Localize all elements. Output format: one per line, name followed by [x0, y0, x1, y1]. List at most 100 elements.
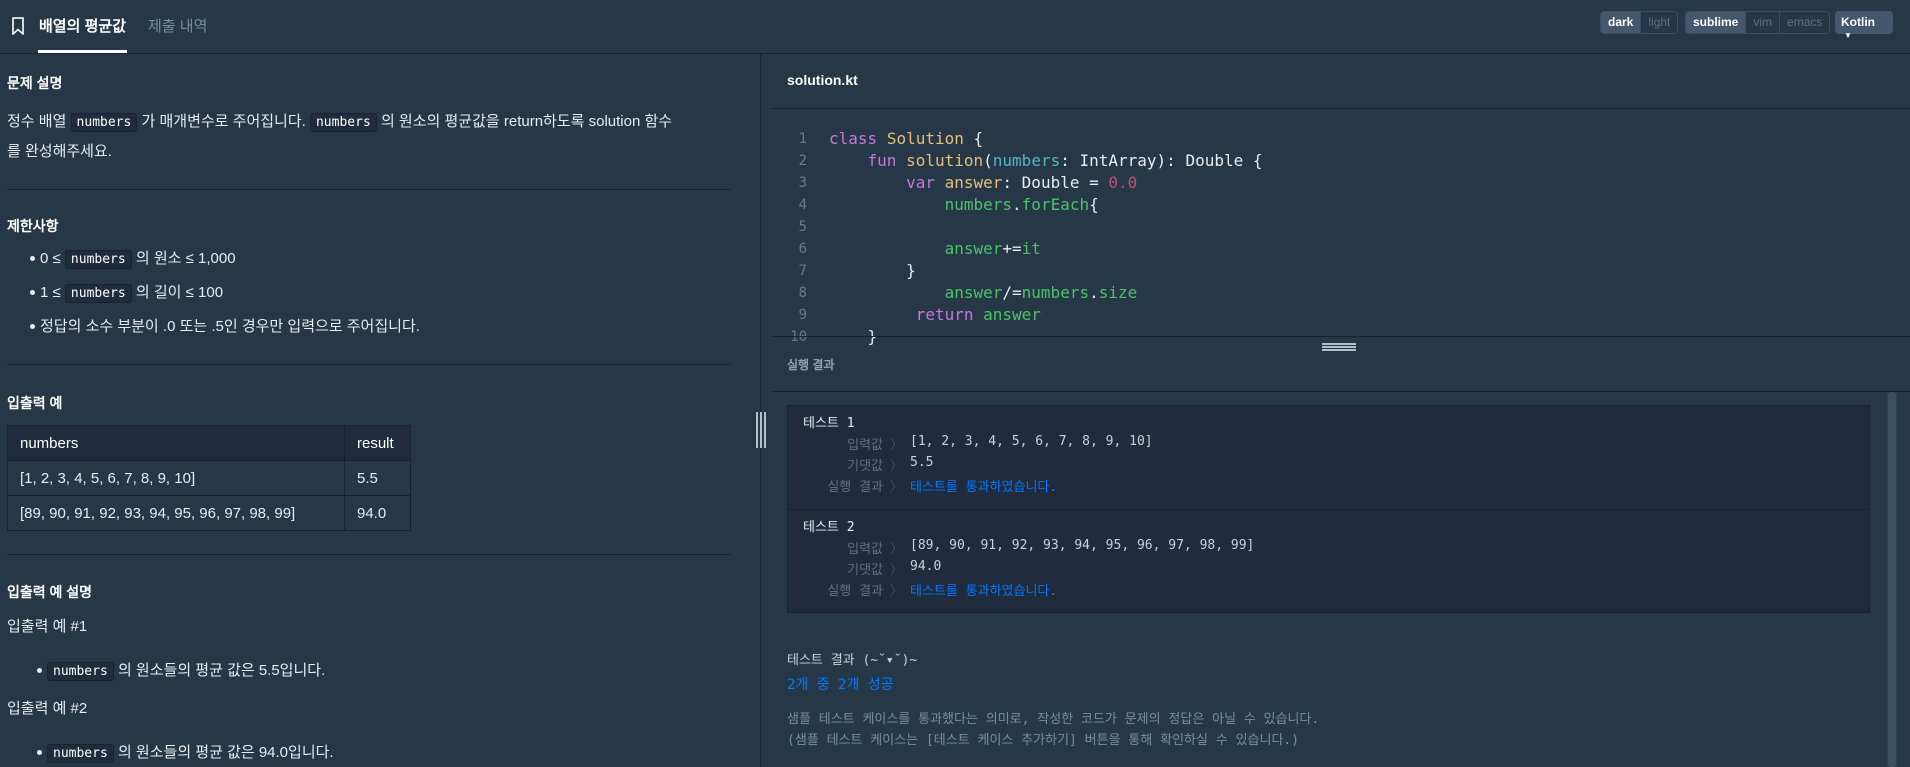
line-number: 7 [798, 263, 807, 279]
table-row: [1, 2, 3, 4, 5, 6, 7, 8, 9, 10] 5.5 [7, 460, 411, 496]
example-2-list: numbers 의 원소들의 평균 값은 94.0입니다. [7, 741, 334, 763]
scrollbar-thumb[interactable] [1888, 392, 1896, 767]
row-label: 실행 결과 [827, 480, 883, 495]
theme-dark-button[interactable]: dark [1601, 12, 1642, 33]
explanation-text: 의 원소들의 평균 값은 5.5입니다. [113, 662, 326, 679]
description-text: 정수 배열 numbers 가 매개변수로 주어집니다. numbers 의 원… [7, 107, 737, 166]
table-cell: 94.0 [344, 495, 411, 531]
row-value: 94.0 [910, 559, 942, 574]
chevron-right-icon: 〉 [890, 563, 904, 578]
theme-toggle: dark light [1600, 11, 1679, 34]
table-cell: [89, 90, 91, 92, 93, 94, 95, 96, 97, 98,… [7, 495, 345, 531]
constraint-item: 정답의 소수 부분이 .0 또는 .5인 경우만 입력으로 주어집니다. [0, 315, 740, 349]
results-title: 실행 결과 [787, 358, 835, 372]
test-case-1: 테스트 1 입력값 〉 [1, 2, 3, 4, 5, 6, 7, 8, 9, … [787, 405, 1870, 510]
examples-table: numbers result [1, 2, 3, 4, 5, 6, 7, 8, … [7, 425, 411, 531]
constraint-text: 1 ≤ [40, 284, 65, 301]
example-1-heading: 입출력 예 #1 [7, 618, 88, 635]
editor-panel: solution.kt 1 class Solution { 2 fun solu… [771, 54, 1910, 767]
resize-handle-icon[interactable] [1322, 343, 1356, 351]
row-label: 기댓값 [847, 459, 883, 474]
description-part: 가 매개변수로 주어집니다. [137, 113, 310, 130]
table-header-row: numbers result [7, 425, 411, 461]
tab-problem[interactable]: 배열의 평균값 [38, 15, 127, 53]
results-scrollbar[interactable] [1887, 392, 1897, 767]
keymap-vim-button[interactable]: vim [1746, 12, 1781, 33]
line-number: 2 [798, 153, 807, 169]
test-score: 2개 중 2개 성공 [787, 677, 894, 693]
chevron-right-icon: 〉 [890, 480, 904, 495]
result-note: 샘플 테스트 케이스를 통과했다는 의미로, 작성한 코드가 문제의 정답은 아… [787, 712, 1320, 727]
filename: solution.kt [787, 72, 858, 88]
constraint-item: 1 ≤ numbers 의 길이 ≤ 100 [0, 281, 740, 315]
tab-submissions[interactable]: 제출 내역 [148, 15, 207, 36]
table-cell: 5.5 [344, 460, 411, 496]
code-numbers: numbers [47, 744, 114, 763]
row-value: 테스트를 통과하였습니다. [910, 480, 1058, 495]
line-number: 6 [798, 241, 807, 257]
chevron-right-icon: 〉 [890, 542, 904, 557]
constraint-text: 의 원소 ≤ 1,000 [131, 250, 236, 267]
row-value: 테스트를 통과하였습니다. [910, 584, 1058, 599]
chevron-right-icon: 〉 [890, 459, 904, 474]
code-numbers: numbers [64, 250, 132, 269]
description-part: 정수 배열 [7, 113, 71, 130]
explanation-text: 의 원소들의 평균 값은 94.0입니다. [113, 744, 334, 761]
language-label: Kotlin [1841, 15, 1875, 29]
result-note: (샘플 테스트 케이스는 [테스트 케이스 추가하기] 버튼을 통해 확인하실 … [787, 733, 1300, 748]
splitter-handle-icon[interactable] [756, 412, 766, 448]
keymap-sublime-button[interactable]: sublime [1686, 12, 1747, 33]
row-value: [1, 2, 3, 4, 5, 6, 7, 8, 9, 10] [910, 434, 1153, 449]
constraints-title: 제한사항 [7, 218, 59, 234]
test-summary: 테스트 결과 (~˘▾˘)~ [787, 653, 918, 668]
file-tab: solution.kt [771, 54, 1910, 109]
constraints-list: 0 ≤ numbers 의 원소 ≤ 1,000 1 ≤ numbers 의 길… [0, 247, 740, 349]
list-item: numbers 의 원소들의 평균 값은 5.5입니다. [7, 659, 326, 681]
line-number: 5 [798, 219, 807, 235]
keymap-emacs-button[interactable]: emacs [1780, 12, 1830, 33]
table-header: result [344, 425, 411, 461]
constraint-text: 의 길이 ≤ 100 [131, 284, 224, 301]
test-name: 테스트 1 [803, 416, 855, 431]
line-number: 4 [798, 197, 807, 213]
row-label: 실행 결과 [827, 584, 883, 599]
code-numbers: numbers [309, 113, 377, 132]
table-cell: [1, 2, 3, 4, 5, 6, 7, 8, 9, 10] [7, 460, 345, 496]
code-numbers: numbers [70, 113, 138, 132]
constraint-text: 0 ≤ [40, 250, 65, 267]
row-label: 입력값 [847, 438, 883, 453]
keymap-toggle: sublime vim emacs [1685, 11, 1831, 34]
constraint-item: 0 ≤ numbers 의 원소 ≤ 1,000 [0, 247, 740, 281]
row-value: [89, 90, 91, 92, 93, 94, 95, 96, 97, 98,… [910, 538, 1255, 553]
chevron-right-icon: 〉 [890, 438, 904, 453]
explanation-title: 입출력 예 설명 [7, 584, 93, 600]
row-value: 5.5 [910, 455, 934, 470]
code-numbers: numbers [64, 284, 132, 303]
divider [7, 554, 731, 555]
results-header: 실행 결과 [771, 336, 1910, 392]
results-panel: 테스트 1 입력값 〉 [1, 2, 3, 4, 5, 6, 7, 8, 9, … [771, 392, 1910, 767]
test-name: 테스트 2 [803, 520, 855, 535]
theme-light-button[interactable]: light [1641, 12, 1678, 33]
examples-title: 입출력 예 [7, 395, 63, 411]
language-select[interactable]: Kotlin ▼ [1835, 11, 1893, 40]
example-1-list: numbers 의 원소들의 평균 값은 5.5입니다. [7, 659, 326, 681]
line-number: 3 [798, 175, 807, 191]
divider [7, 189, 731, 190]
row-label: 기댓값 [847, 563, 883, 578]
row-label: 입력값 [847, 542, 883, 557]
example-2-heading: 입출력 예 #2 [7, 700, 88, 717]
line-number: 8 [798, 285, 807, 301]
list-item: numbers 의 원소들의 평균 값은 94.0입니다. [7, 741, 334, 763]
test-case-2: 테스트 2 입력값 〉 [89, 90, 91, 92, 93, 94, 95,… [787, 509, 1870, 613]
table-row: [89, 90, 91, 92, 93, 94, 95, 96, 97, 98,… [7, 495, 411, 531]
description-part: 를 완성해주세요. [7, 143, 112, 160]
top-bar: 배열의 평균값 제출 내역 dark light sublime vim ema… [0, 0, 1910, 54]
line-number: 1 [798, 131, 807, 147]
code-numbers: numbers [47, 662, 114, 681]
bookmark-icon[interactable] [10, 16, 26, 36]
divider [7, 364, 731, 365]
description-title: 문제 설명 [7, 75, 63, 91]
chevron-right-icon: 〉 [890, 584, 904, 599]
line-number: 9 [798, 307, 807, 323]
